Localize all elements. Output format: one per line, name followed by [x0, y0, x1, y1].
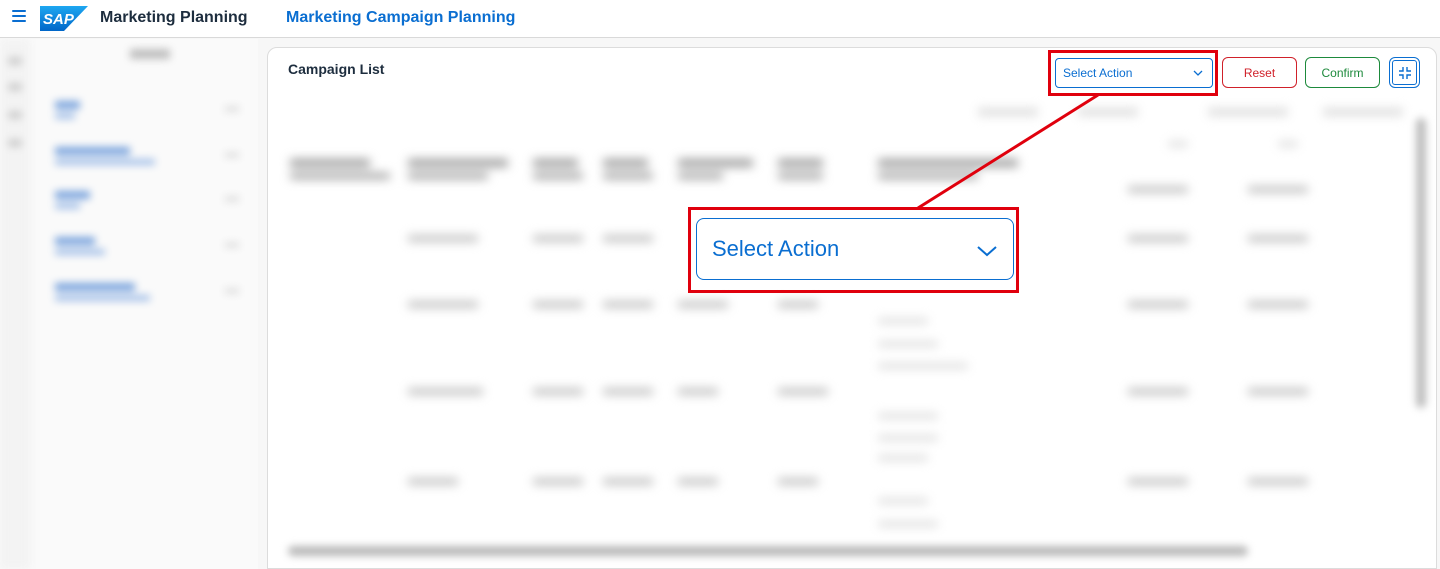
- side-rail: [0, 39, 30, 569]
- select-action-zoom-text: Select Action: [712, 236, 840, 261]
- exit-fullscreen-button[interactable]: [1389, 57, 1420, 88]
- select-action-value: Select Action: [1063, 66, 1133, 80]
- sap-logo[interactable]: SAP: [40, 6, 88, 31]
- hamburger-icon[interactable]: [12, 10, 26, 22]
- select-action-dropdown[interactable]: Select Action: [1055, 58, 1213, 88]
- sidebar-blurred-content: [0, 39, 258, 569]
- campaign-list-card: Campaign List Select Action Reset Confir…: [267, 47, 1437, 569]
- svg-text:SAP: SAP: [43, 11, 75, 28]
- card-title: Campaign List: [288, 61, 385, 77]
- reset-button[interactable]: Reset: [1222, 57, 1297, 88]
- chevron-down-icon: [977, 246, 997, 257]
- horizontal-scrollbar[interactable]: [288, 546, 1248, 556]
- sidebar: [0, 39, 258, 569]
- vertical-scrollbar[interactable]: [1416, 118, 1426, 408]
- app-title: Marketing Planning: [100, 9, 248, 26]
- chevron-down-icon: [1193, 70, 1203, 76]
- exit-fullscreen-icon: [1392, 60, 1417, 85]
- campaign-table-blurred: [278, 93, 1428, 563]
- page-title: Marketing Campaign Planning: [286, 9, 516, 26]
- shell-header: SAP Marketing Planning Marketing Campaig…: [0, 0, 1440, 38]
- confirm-button[interactable]: Confirm: [1305, 57, 1380, 88]
- select-action-zoom-callout: Select Action: [696, 218, 1014, 280]
